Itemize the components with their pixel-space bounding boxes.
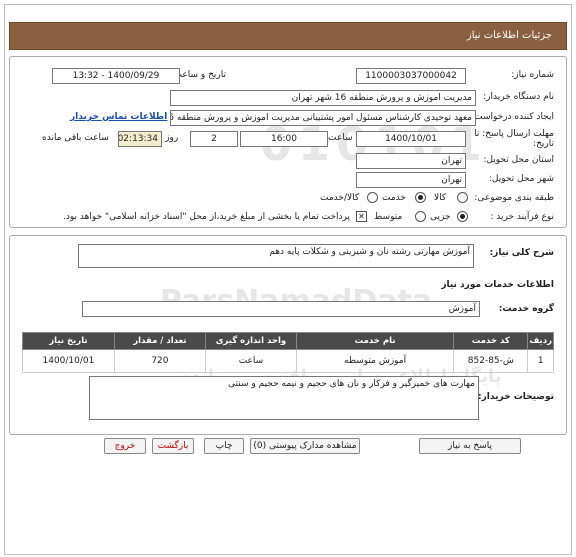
action-buttons: پاسخ به نیاز مشاهده مدارک پیوستی (0) چاپ… xyxy=(0,438,576,454)
category-service-label: خدمت xyxy=(382,193,406,203)
category-both-radio[interactable] xyxy=(367,192,378,203)
cell-unit: ساعت xyxy=(204,349,297,373)
buyer-notes-label: توضیحات خریدار: xyxy=(478,392,554,402)
category-goods-label: کالا xyxy=(434,193,447,203)
buyer-field: مدیریت اموزش و پرورش منطقه 16 شهر تهران xyxy=(170,90,476,106)
category-goods-radio[interactable] xyxy=(457,192,468,203)
need-info-panel: 010101 شماره نیاز: 1100003037000042 تاری… xyxy=(9,56,567,228)
city-field: تهران xyxy=(356,172,466,188)
creator-label: ایجاد کننده درخواست: xyxy=(471,112,554,122)
category-label: طبقه بندی موضوعی: xyxy=(474,193,554,203)
col-row: ردیف xyxy=(527,332,554,350)
table-row: 1 ش-85-852 آموزش متوسطه ساعت 720 1400/10… xyxy=(22,349,554,373)
details-panel: ParsNamadData پایگاه اطلاع رسانی مناقصه … xyxy=(9,235,567,435)
cell-name: آموزش متوسطه xyxy=(295,349,455,373)
deadline-label: مهلت ارسال پاسخ: تا تاریخ: xyxy=(474,129,554,149)
province-field: تهران xyxy=(356,153,466,169)
process-medium-label: متوسط xyxy=(374,212,403,222)
buyer-label: نام دستگاه خریدار: xyxy=(483,92,554,102)
print-button[interactable]: چاپ xyxy=(204,438,244,454)
col-name: نام خدمت xyxy=(295,332,455,350)
days-field: 2 xyxy=(190,131,238,147)
services-section-title: اطلاعات خدمات مورد نیاز xyxy=(441,280,554,290)
deadline-date-field: 1400/10/01 xyxy=(356,131,466,147)
process-medium-radio[interactable] xyxy=(415,211,426,222)
page-title: جزئیات اطلاعات نیاز xyxy=(466,30,552,41)
cell-qty: 720 xyxy=(113,349,206,373)
col-code: کد خدمت xyxy=(453,332,529,350)
payment-checkbox[interactable]: ✕ xyxy=(356,211,367,222)
province-label: استان محل تحویل: xyxy=(483,155,554,165)
announce-field: 1400/09/29 - 13:32 xyxy=(52,68,180,84)
col-qty: تعداد / مقدار xyxy=(113,332,206,350)
back-button[interactable]: بازگشت xyxy=(152,438,194,454)
services-table: ردیف کد خدمت نام خدمت واحد اندازه گیری ت… xyxy=(22,332,554,373)
col-unit: واحد اندازه گیری xyxy=(204,332,297,350)
process-minor-radio[interactable] xyxy=(457,211,468,222)
col-date: تاریخ نیاز xyxy=(22,332,115,350)
service-group-field: آموزش xyxy=(82,301,480,317)
process-minor-label: جزیی xyxy=(430,212,451,222)
description-label: شرح کلی نیاز: xyxy=(489,248,554,258)
reply-button[interactable]: پاسخ به نیاز xyxy=(419,438,521,454)
page-header: جزئیات اطلاعات نیاز xyxy=(9,22,567,50)
description-field: آموزش مهارتی رشته نان و شیرینی و شکلات پ… xyxy=(78,244,474,268)
table-header-row: ردیف کد خدمت نام خدمت واحد اندازه گیری ت… xyxy=(22,332,554,350)
attachments-button[interactable]: مشاهده مدارک پیوستی (0) xyxy=(250,438,360,454)
remaining-time-label: ساعت باقی مانده xyxy=(42,133,109,143)
category-both-label: کالا/خدمت xyxy=(320,193,360,203)
deadline-time-field: 16:00 xyxy=(240,131,328,147)
service-group-label: گروه خدمت: xyxy=(498,304,554,314)
creator-field: معهد توحیدی کارشناس مسئول امور پشتیبانی … xyxy=(170,110,476,126)
need-number-field: 1100003037000042 xyxy=(356,68,466,84)
cell-date: 1400/10/01 xyxy=(22,349,115,373)
cell-code: ش-85-852 xyxy=(453,349,529,373)
process-label: نوع فرآیند خرید : xyxy=(490,212,554,222)
city-label: شهر محل تحویل: xyxy=(488,174,554,184)
exit-button[interactable]: خروج xyxy=(104,438,146,454)
contact-info-link[interactable]: اطلاعات تماس خریدار xyxy=(70,112,167,122)
category-service-radio[interactable] xyxy=(415,192,426,203)
deadline-time-label: ساعت xyxy=(328,133,353,143)
buyer-notes-field: مهارت های خمیرگیر و فرکار و نان های حجیم… xyxy=(89,376,479,420)
payment-note: پرداخت تمام یا بخشی از مبلغ خرید،از محل … xyxy=(63,212,351,222)
cell-row: 1 xyxy=(527,349,554,373)
remaining-time-field: 02:13:34 xyxy=(118,131,162,147)
need-number-label: شماره نیاز: xyxy=(511,70,554,80)
